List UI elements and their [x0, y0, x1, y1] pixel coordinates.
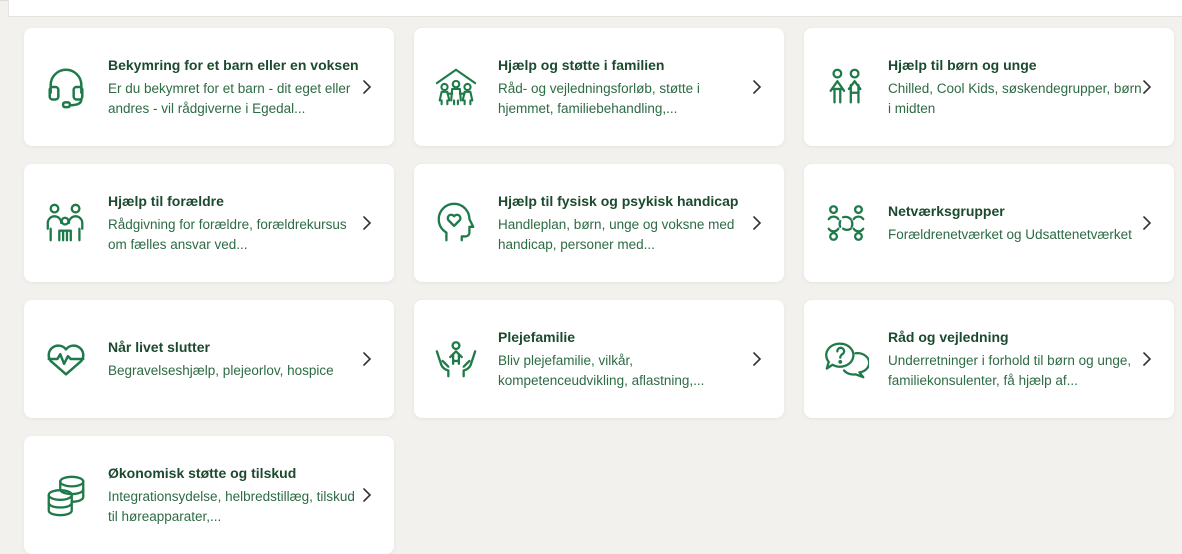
card-boern-unge[interactable]: Hjælp til børn og unge Chilled, Cool Kid…: [804, 28, 1174, 146]
chevron-right-icon: [362, 352, 372, 366]
card-description: Underretninger i forhold til børn og ung…: [888, 352, 1132, 388]
card-title: Plejefamilie: [498, 328, 576, 345]
card-title: Netværksgrupper: [888, 202, 1005, 219]
card-hjaelp-familien[interactable]: Hjælp og støtte i familien Råd- og vejle…: [414, 28, 784, 146]
card-description: Er du bekymret for et barn - dit eget el…: [108, 80, 351, 116]
card-title: Hjælp og støtte i familien: [498, 56, 665, 73]
chevron-right-icon: [362, 216, 372, 230]
parents-icon: [42, 199, 90, 247]
card-description: Rådgivning for forældre, forældrekursus …: [108, 216, 347, 252]
coins-icon: [42, 471, 90, 519]
card-title: Bekymring for et barn eller en voksen: [108, 56, 359, 73]
family-house-icon: [432, 63, 480, 111]
heartbeat-icon: [42, 335, 90, 383]
chevron-right-icon: [752, 216, 762, 230]
card-handicap[interactable]: Hjælp til fysisk og psykisk handicap Han…: [414, 164, 784, 282]
card-description: Integrationsydelse, helbredstillæg, tils…: [108, 488, 355, 524]
chevron-right-icon: [752, 352, 762, 366]
card-description: Chilled, Cool Kids, søskendegrupper, bør…: [888, 80, 1142, 116]
service-card-grid: Bekymring for et barn eller en voksen Er…: [24, 28, 1174, 554]
card-title: Økonomisk støtte og tilskud: [108, 464, 297, 481]
caring-hands-icon: [432, 335, 480, 383]
card-raad-vejledning[interactable]: Råd og vejledning Underretninger i forho…: [804, 300, 1174, 418]
card-netvaerksgrupper[interactable]: Netværksgrupper Forældrenetværket og Uds…: [804, 164, 1174, 282]
card-bekymring[interactable]: Bekymring for et barn eller en voksen Er…: [24, 28, 394, 146]
card-title: Hjælp til forældre: [108, 192, 224, 209]
card-title: Hjælp til børn og unge: [888, 56, 1037, 73]
card-naar-livet-slutter[interactable]: Når livet slutter Begravelseshjælp, plej…: [24, 300, 394, 418]
chevron-right-icon: [752, 80, 762, 94]
card-oekonomisk-stoette[interactable]: Økonomisk støtte og tilskud Integrations…: [24, 436, 394, 554]
card-title: Råd og vejledning: [888, 328, 1009, 345]
headset-icon: [42, 63, 90, 111]
chevron-right-icon: [1142, 216, 1152, 230]
card-description: Begravelseshjælp, plejeorlov, hospice: [108, 362, 334, 378]
card-description: Forældrenetværket og Udsattenetværket: [888, 226, 1132, 242]
card-description: Bliv plejefamilie, vilkår, kompetenceudv…: [498, 352, 705, 388]
speech-bubbles-icon: [822, 335, 870, 383]
head-heart-icon: [432, 199, 480, 247]
card-title: Når livet slutter: [108, 338, 210, 355]
chevron-right-icon: [1142, 352, 1152, 366]
card-plejefamilie[interactable]: Plejefamilie Bliv plejefamilie, vilkår, …: [414, 300, 784, 418]
chevron-right-icon: [1142, 80, 1152, 94]
children-icon: [822, 63, 870, 111]
card-title: Hjælp til fysisk og psykisk handicap: [498, 192, 739, 209]
card-description: Råd- og vejledningsforløb, støtte i hjem…: [498, 80, 700, 116]
top-panel: [8, 0, 1182, 17]
chevron-right-icon: [362, 80, 372, 94]
card-description: Handleplan, børn, unge og voksne med han…: [498, 216, 735, 252]
network-icon: [822, 199, 870, 247]
card-foraeldre[interactable]: Hjælp til forældre Rådgivning for foræld…: [24, 164, 394, 282]
